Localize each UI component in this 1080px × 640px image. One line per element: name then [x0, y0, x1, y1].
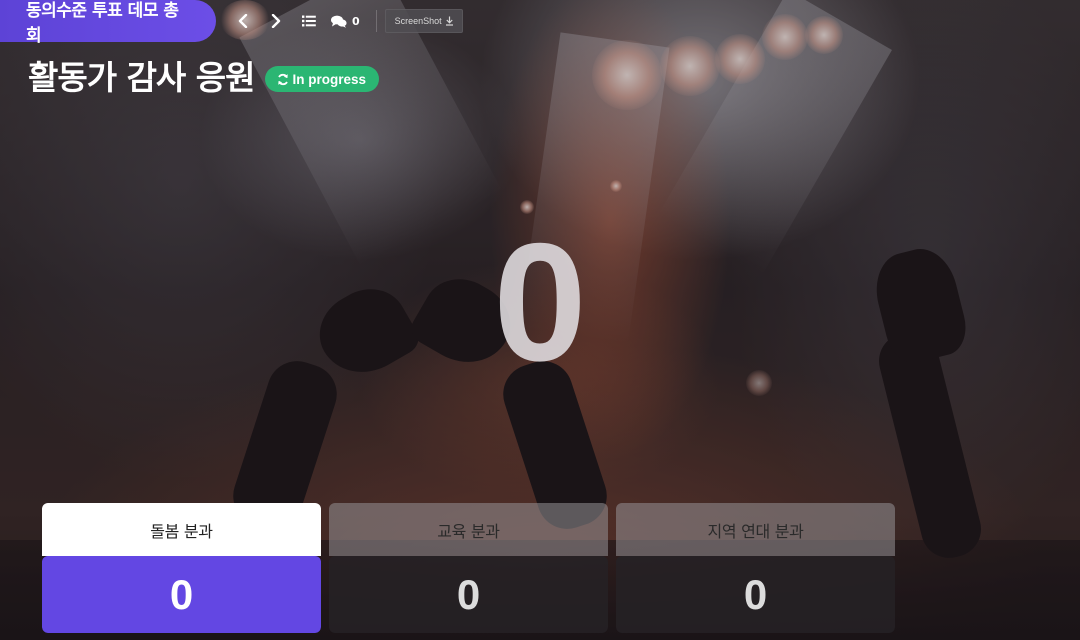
chevron-left-icon	[238, 14, 247, 28]
option-card-dolbom[interactable]: 돌봄 분과 0	[42, 503, 321, 633]
chevron-right-icon	[271, 14, 280, 28]
option-card-education[interactable]: 교육 분과 0	[329, 503, 608, 633]
vote-options: 돌봄 분과 0 교육 분과 0 지역 연대 분과 0	[42, 503, 895, 633]
status-label: In progress	[292, 71, 367, 87]
option-label: 교육 분과	[329, 503, 608, 556]
screenshot-label: ScreenShot	[394, 16, 442, 26]
status-badge: In progress	[264, 66, 380, 92]
previous-button[interactable]	[226, 0, 259, 42]
event-name-pill[interactable]: 동의수준 투표 데모 총회	[0, 0, 216, 46]
comments-button[interactable]: 0	[331, 15, 360, 28]
option-count: 0	[616, 556, 895, 633]
option-count: 0	[42, 556, 321, 633]
list-icon	[301, 15, 316, 27]
top-bar: 동의수준 투표 데모 총회 0 ScreenShot	[0, 0, 463, 46]
event-name: 동의수준 투표 데모 총회	[26, 1, 179, 46]
comments-icon	[331, 15, 347, 28]
option-label: 돌봄 분과	[42, 503, 321, 556]
download-icon	[445, 16, 453, 26]
toolbar-divider	[375, 10, 377, 32]
screenshot-button[interactable]: ScreenShot	[384, 9, 463, 33]
option-card-local-solidarity[interactable]: 지역 연대 분과 0	[616, 503, 895, 633]
option-count: 0	[329, 556, 608, 633]
option-label: 지역 연대 분과	[616, 503, 895, 556]
poll-title: 활동가 감사 응원	[28, 58, 255, 97]
comment-count: 0	[352, 14, 360, 28]
poll-list-button[interactable]	[292, 0, 325, 42]
poll-title-row: 활동가 감사 응원 In progress	[28, 56, 380, 100]
total-vote-count: 0	[493, 208, 587, 396]
refresh-icon	[277, 73, 288, 85]
next-button[interactable]	[259, 0, 292, 42]
